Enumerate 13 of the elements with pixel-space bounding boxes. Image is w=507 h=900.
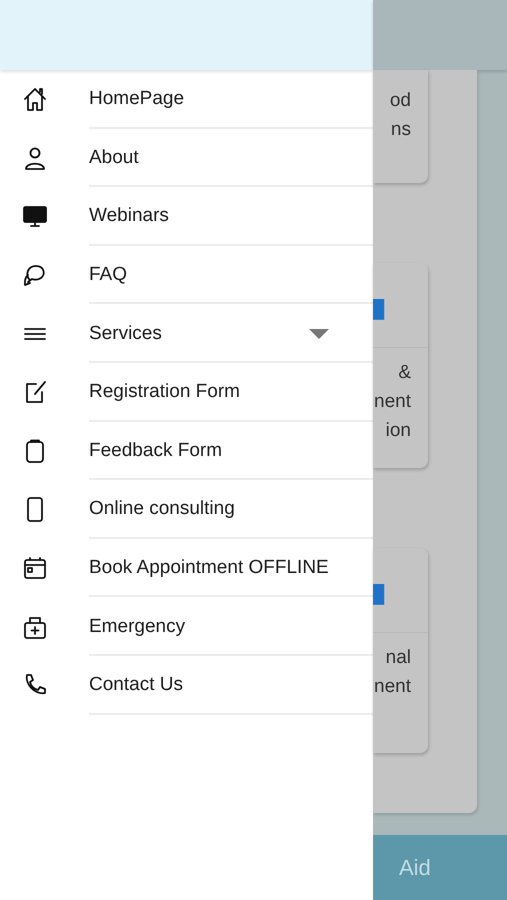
bottom-bar-label: Aid xyxy=(399,854,431,880)
card-text: ion xyxy=(386,419,411,443)
card-text: nent xyxy=(374,390,411,414)
card-text: od xyxy=(390,89,411,113)
monitor-icon xyxy=(22,203,48,230)
card-text: nent xyxy=(374,675,411,699)
person-icon xyxy=(22,144,48,171)
card-text: ns xyxy=(390,118,411,142)
calendar-icon xyxy=(22,555,48,582)
card-text: & xyxy=(398,361,411,385)
home-icon xyxy=(22,86,48,112)
caret-icon xyxy=(309,328,329,339)
card-text: nal xyxy=(386,646,411,670)
